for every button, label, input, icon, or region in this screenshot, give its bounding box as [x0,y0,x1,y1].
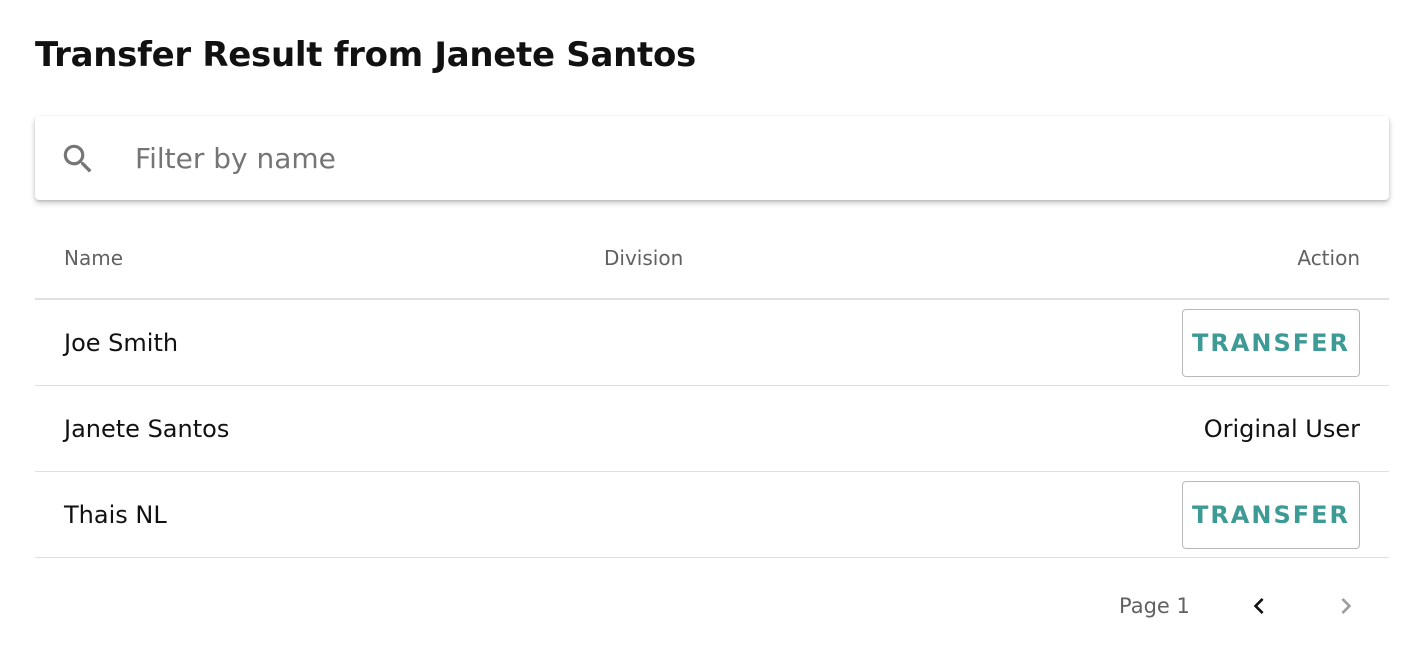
pagination: Page 1 [0,588,1414,624]
page: Transfer Result from Janete Santos Name … [0,0,1414,662]
column-header-action: Action [1297,246,1360,270]
row-name: Joe Smith [64,329,179,357]
search-bar [35,116,1389,200]
table-row: Joe Smith TRANSFER [35,300,1389,386]
page-indicator: Page 1 [1119,594,1190,618]
transfer-button[interactable]: TRANSFER [1182,481,1360,549]
row-name: Thais NL [64,501,167,529]
column-header-division: Division [604,246,684,270]
next-page-button[interactable] [1330,590,1362,622]
table-row: Thais NL TRANSFER [35,472,1389,558]
chevron-right-icon [1341,598,1352,614]
search-icon [63,144,92,173]
transfer-button[interactable]: TRANSFER [1182,309,1360,377]
table-row: Janete Santos Original User [35,386,1389,472]
chevron-left-icon [1253,598,1264,614]
previous-page-button[interactable] [1243,590,1275,622]
users-table: Name Division Action Joe Smith TRANSFER … [35,216,1389,558]
search-input[interactable] [135,134,1355,182]
original-user-label: Original User [1203,415,1360,443]
table-header: Name Division Action [35,216,1389,300]
row-name: Janete Santos [64,415,230,443]
page-title: Transfer Result from Janete Santos [35,35,696,75]
column-header-name: Name [64,246,124,270]
